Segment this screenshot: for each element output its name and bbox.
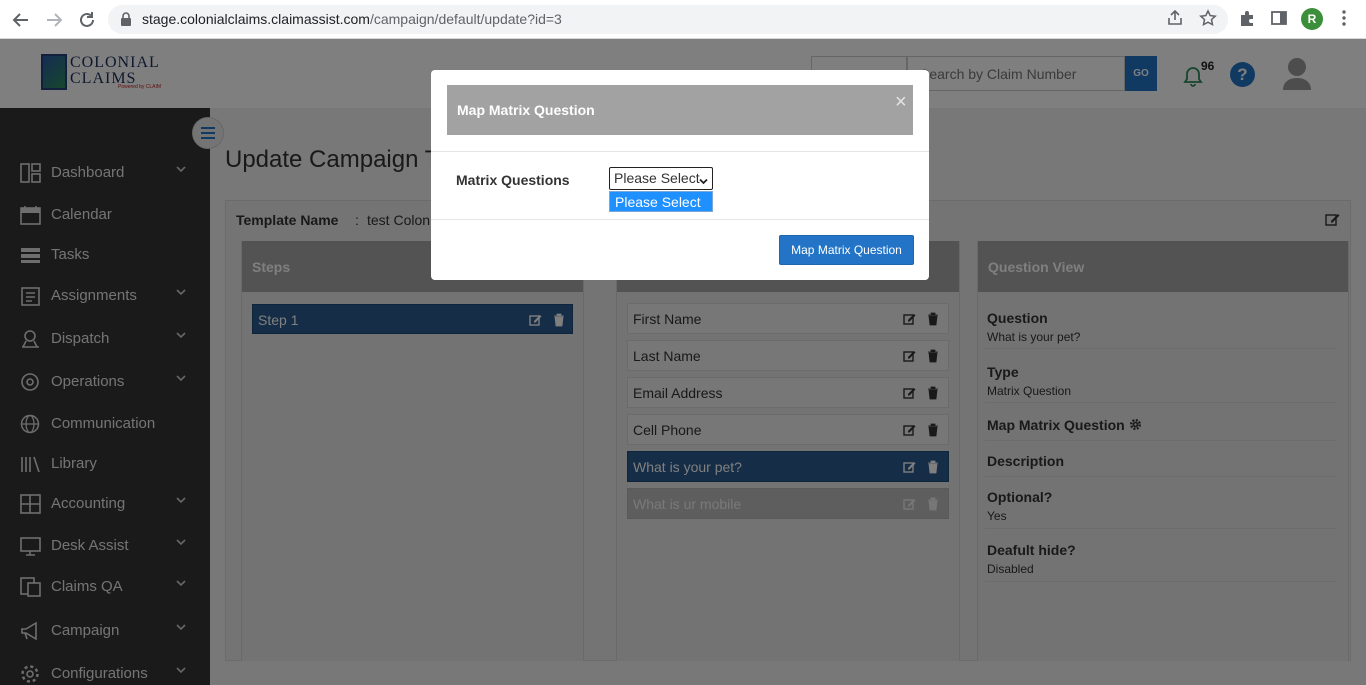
dropdown-option[interactable]: Please Select — [609, 191, 713, 212]
select-value: Please Select — [614, 170, 700, 186]
back-arrow-icon[interactable] — [10, 9, 32, 31]
browser-toolbar: stage.colonialclaims.claimassist.com/cam… — [0, 0, 1366, 39]
forward-arrow-icon[interactable] — [43, 9, 65, 31]
divider — [431, 219, 929, 220]
share-icon[interactable] — [1165, 9, 1185, 29]
extensions-puzzle-icon[interactable] — [1237, 9, 1257, 29]
modal-title: Map Matrix Question — [447, 85, 913, 135]
url-host: stage.colonialclaims.claimassist.com — [142, 11, 370, 27]
close-icon[interactable]: × — [895, 92, 907, 112]
divider — [431, 151, 929, 152]
matrix-questions-select[interactable]: Please Select — [609, 167, 713, 190]
address-bar[interactable]: stage.colonialclaims.claimassist.com/cam… — [108, 5, 1228, 34]
map-matrix-question-button[interactable]: Map Matrix Question — [779, 235, 914, 265]
url-text: stage.colonialclaims.claimassist.com/cam… — [142, 11, 562, 27]
map-matrix-modal: Map Matrix Question × Matrix Questions P… — [431, 70, 929, 280]
chevron-down-icon — [699, 173, 708, 185]
url-path: /campaign/default/update?id=3 — [369, 11, 562, 27]
reload-icon[interactable] — [76, 9, 98, 31]
lock-icon — [120, 12, 132, 26]
more-menu-icon[interactable] — [1334, 9, 1354, 29]
bookmark-star-icon[interactable] — [1198, 9, 1218, 29]
matrix-questions-label: Matrix Questions — [456, 172, 570, 188]
side-panel-icon[interactable] — [1269, 9, 1289, 29]
profile-avatar[interactable]: R — [1301, 8, 1323, 30]
